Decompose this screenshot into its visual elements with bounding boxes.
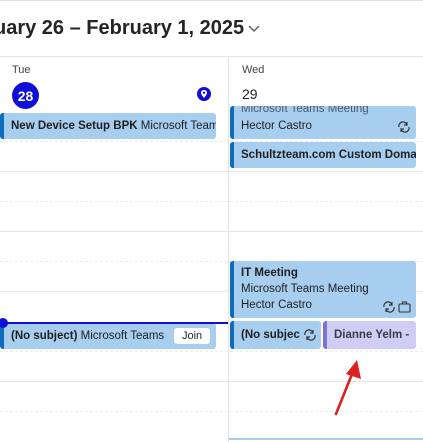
event-color-bar	[230, 261, 234, 318]
event-new-device-setup[interactable]: New Device Setup BPK Microsoft Teams	[0, 113, 216, 139]
event-teams-meeting-wed[interactable]: Microsoft Teams Meeting Hector Castro	[230, 106, 416, 139]
event-line2: Hector Castro	[241, 120, 312, 132]
event-dianne-yelm[interactable]: Dianne Yelm -	[323, 321, 416, 349]
event-line2: Hector Castro	[241, 299, 312, 311]
event-title: New Device Setup BPK	[11, 120, 138, 132]
event-title: Dianne Yelm -	[334, 329, 410, 341]
briefcase-icon	[398, 301, 411, 313]
event-no-subject-tue[interactable]: (No subject) Microsoft Teams Join	[0, 323, 216, 349]
recurring-icon	[304, 329, 316, 341]
day-name-wed: Wed	[242, 64, 265, 76]
chevron-down-icon[interactable]	[247, 24, 261, 34]
event-detail: Microsoft Teams	[80, 330, 165, 342]
location-pin-icon[interactable]	[196, 86, 212, 102]
hour-line	[0, 201, 423, 202]
hour-line	[0, 351, 423, 352]
hour-line	[0, 231, 423, 232]
event-color-bar	[230, 321, 234, 349]
event-line1: Microsoft Teams Meeting	[241, 106, 369, 115]
header-separator	[0, 56, 423, 57]
top-border	[0, 0, 423, 1]
event-title: (No subject)	[241, 329, 308, 341]
day-name-tue: Tue	[12, 64, 31, 76]
event-color-bar	[230, 106, 234, 139]
event-it-meeting[interactable]: IT Meeting Microsoft Teams Meeting Hecto…	[230, 261, 416, 318]
current-time-line	[0, 322, 228, 324]
event-title: Schultzteam.com Custom Domain	[241, 149, 416, 161]
recurring-icon	[398, 121, 410, 133]
join-button[interactable]: Join	[174, 328, 211, 344]
day-column-separator	[228, 56, 229, 442]
event-no-subject-wed[interactable]: (No subject)	[230, 321, 321, 349]
day-number-wed[interactable]: 29	[242, 86, 258, 102]
date-range-title[interactable]: uary 26 – February 1, 2025	[0, 17, 244, 40]
event-edge	[229, 438, 423, 440]
event-schultzteam[interactable]: Schultzteam.com Custom Domain	[230, 142, 416, 168]
event-line1: Microsoft Teams Meeting	[241, 283, 369, 295]
event-title: (No subject)	[11, 330, 78, 342]
event-title: IT Meeting	[241, 267, 298, 279]
event-detail: Microsoft Teams	[140, 120, 216, 132]
event-color-bar	[0, 113, 4, 139]
event-color-bar	[323, 321, 327, 349]
event-color-bar	[230, 142, 234, 168]
recurring-icon	[383, 301, 395, 313]
annotation-arrow-icon	[334, 360, 361, 416]
hour-line	[0, 171, 423, 172]
today-date-badge[interactable]: 28	[12, 82, 39, 109]
